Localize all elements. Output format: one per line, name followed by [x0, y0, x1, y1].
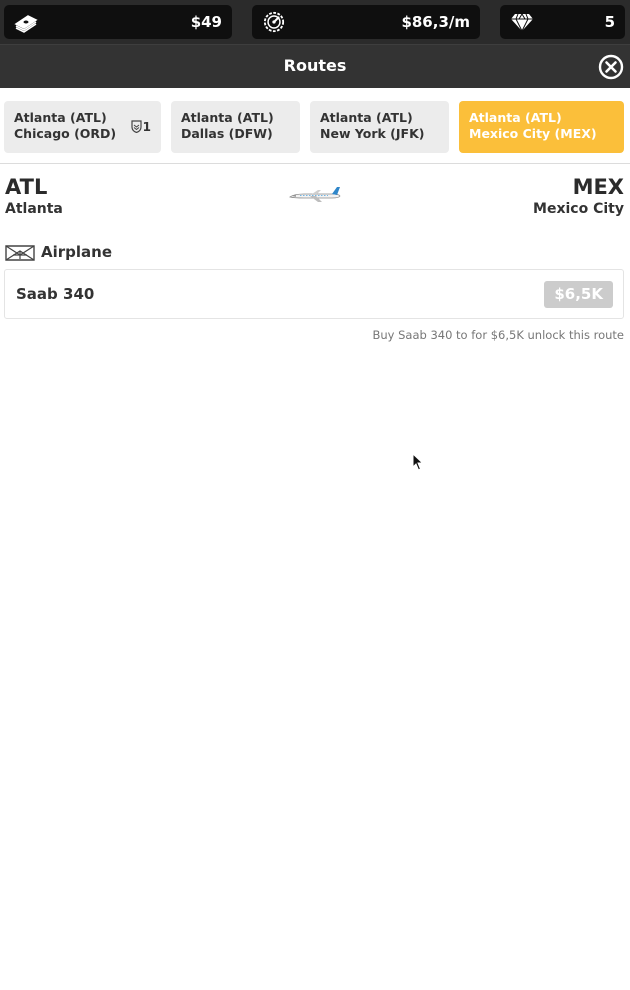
airplane-section-label: Airplane [41, 243, 113, 261]
origin-city: Atlanta [5, 201, 63, 217]
shield-rank-icon [131, 120, 142, 134]
income-stat[interactable]: $86,3/m [252, 5, 480, 39]
route-tab-destination: New York (JFK) [320, 126, 425, 141]
buy-airplane-button[interactable]: $6,5K [544, 281, 613, 308]
cash-stat[interactable]: $49 [4, 5, 232, 39]
destination-code: MEX [572, 175, 624, 199]
diamond-icon [511, 13, 533, 33]
income-value: $86,3/m [401, 13, 470, 31]
origin-airport: ATL Atlanta [5, 174, 63, 218]
route-level-value: 1 [142, 120, 151, 134]
route-tab-destination: Dallas (DFW) [181, 126, 273, 141]
top-stats-bar: $49 $86,3/m 5 [0, 0, 630, 44]
route-tabs: Atlanta (ATL) Chicago (ORD) 1 Atlanta (A… [0, 88, 630, 164]
cash-value: $49 [190, 13, 222, 31]
destination-airport: MEX Mexico City [533, 174, 624, 218]
origin-code: ATL [5, 175, 48, 199]
money-stack-icon [14, 15, 38, 33]
gems-stat[interactable]: 5 [500, 5, 625, 39]
airplane-icon [289, 187, 341, 202]
route-tab-chicago[interactable]: Atlanta (ATL) Chicago (ORD) 1 [4, 101, 161, 153]
route-tab-dallas[interactable]: Atlanta (ATL) Dallas (DFW) [171, 101, 300, 153]
route-tab-destination: Mexico City (MEX) [469, 126, 597, 141]
airplane-card[interactable]: Saab 340 $6,5K [4, 269, 624, 319]
close-icon[interactable] [598, 54, 624, 80]
route-tab-origin: Atlanta (ATL) [320, 110, 413, 125]
route-tab-origin: Atlanta (ATL) [469, 110, 562, 125]
page-title: Routes [283, 56, 347, 75]
title-bar: Routes [0, 44, 630, 88]
route-tab-new-york[interactable]: Atlanta (ATL) New York (JFK) [310, 101, 449, 153]
hangar-icon [5, 245, 35, 261]
destination-city: Mexico City [533, 201, 624, 217]
speedometer-icon [263, 11, 285, 33]
route-tab-mexico-city[interactable]: Atlanta (ATL) Mexico City (MEX) [459, 101, 624, 153]
gems-value: 5 [604, 13, 615, 31]
unlock-hint: Buy Saab 340 to for $6,5K unlock this ro… [372, 328, 624, 342]
airplane-name: Saab 340 [16, 285, 95, 303]
route-level-badge: 1 [131, 119, 151, 135]
route-tab-origin: Atlanta (ATL) [181, 110, 274, 125]
mouse-cursor-icon [412, 453, 424, 471]
